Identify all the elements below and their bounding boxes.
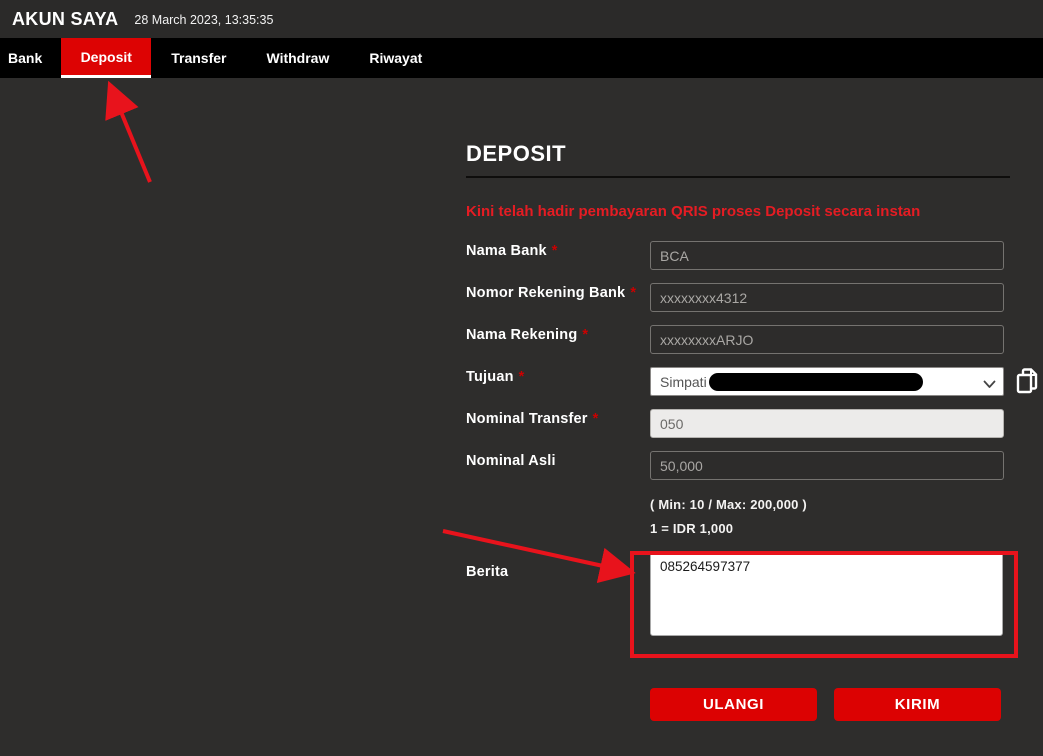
nomor-rekening-input[interactable] (650, 283, 1004, 312)
kirim-button[interactable]: KIRIM (834, 688, 1001, 721)
required-asterisk: * (552, 243, 558, 259)
required-asterisk: * (593, 411, 599, 427)
field-row-berita: Berita 085264597377 (466, 552, 1010, 641)
nominal-transfer-input[interactable] (650, 409, 1004, 438)
nominal-asli-input[interactable] (650, 451, 1004, 480)
field-row-nominal-asli: Nominal Asli (466, 451, 1010, 480)
nama-rekening-label: Nama Rekening* (466, 325, 650, 354)
field-row-nomor-rekening: Nomor Rekening Bank* (466, 283, 1010, 312)
nomor-rekening-label: Nomor Rekening Bank* (466, 283, 650, 312)
tujuan-selected-value: Simpati - (660, 374, 715, 390)
field-row-nama-rekening: Nama Rekening* (466, 325, 1010, 354)
header-datetime: 28 March 2023, 13:35:35 (134, 13, 273, 27)
rate-hint: 1 = IDR 1,000 (650, 521, 1010, 536)
required-asterisk: * (519, 369, 525, 385)
page-title: DEPOSIT (466, 141, 1010, 167)
ulangi-button[interactable]: ULANGI (650, 688, 817, 721)
nav-tab-deposit[interactable]: Deposit (61, 38, 151, 78)
field-row-nama-bank: Nama Bank* (466, 241, 1010, 270)
field-row-nominal-transfer: Nominal Transfer* (466, 409, 1010, 438)
nav-tab-riwayat[interactable]: Riwayat (349, 38, 442, 78)
tujuan-label: Tujuan* (466, 367, 650, 396)
nama-rekening-input[interactable] (650, 325, 1004, 354)
required-asterisk: * (582, 327, 588, 343)
brand-title: AKUN SAYA (12, 9, 118, 30)
qris-notice: Kini telah hadir pembayaran QRIS proses … (466, 203, 1010, 220)
nama-bank-label: Nama Bank* (466, 241, 650, 270)
deposit-form-panel: DEPOSIT Kini telah hadir pembayaran QRIS… (466, 141, 1010, 721)
nav-tab-withdraw[interactable]: Withdraw (246, 38, 349, 78)
copy-icon[interactable] (1014, 367, 1040, 396)
app-header: AKUN SAYA 28 March 2023, 13:35:35 (0, 0, 1043, 38)
nominal-transfer-label: Nominal Transfer* (466, 409, 650, 438)
main-nav: Bank Deposit Transfer Withdraw Riwayat (0, 38, 1043, 78)
nominal-asli-label: Nominal Asli (466, 451, 650, 480)
chevron-down-icon (983, 376, 996, 394)
berita-textarea[interactable]: 085264597377 (650, 552, 1003, 636)
annotation-arrow-deposit (112, 90, 150, 182)
tujuan-select[interactable]: Simpati - (650, 367, 1004, 396)
nav-tab-bank[interactable]: Bank (0, 38, 61, 78)
nav-tab-transfer[interactable]: Transfer (151, 38, 246, 78)
field-row-tujuan: Tujuan* Simpati - (466, 367, 1010, 396)
title-divider (466, 176, 1010, 178)
redaction-bar (709, 373, 923, 391)
min-max-hint: ( Min: 10 / Max: 200,000 ) (650, 497, 1010, 512)
required-asterisk: * (630, 285, 636, 301)
form-actions: ULANGI KIRIM (650, 688, 1010, 721)
berita-label: Berita (466, 552, 650, 641)
nama-bank-input[interactable] (650, 241, 1004, 270)
